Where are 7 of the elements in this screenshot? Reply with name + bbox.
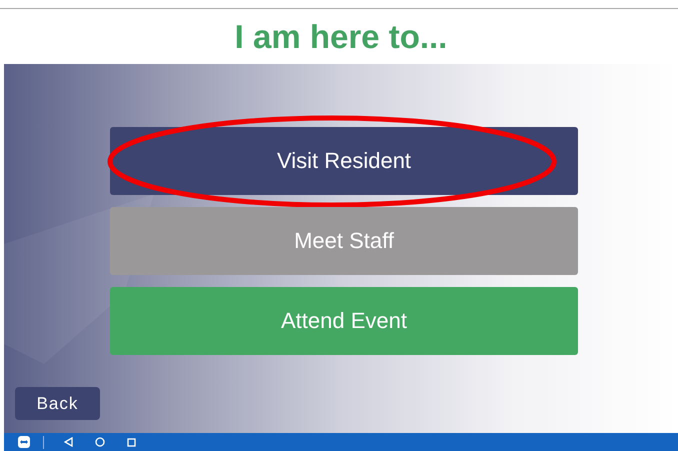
back-button[interactable]: Back [15, 387, 100, 420]
remote-app-icon[interactable] [18, 436, 30, 448]
option-button[interactable]: Visit Resident [110, 127, 578, 195]
recents-icon[interactable] [127, 438, 136, 446]
home-icon[interactable] [95, 437, 105, 447]
page-title: I am here to... [234, 18, 448, 56]
back-icon[interactable] [64, 437, 73, 447]
